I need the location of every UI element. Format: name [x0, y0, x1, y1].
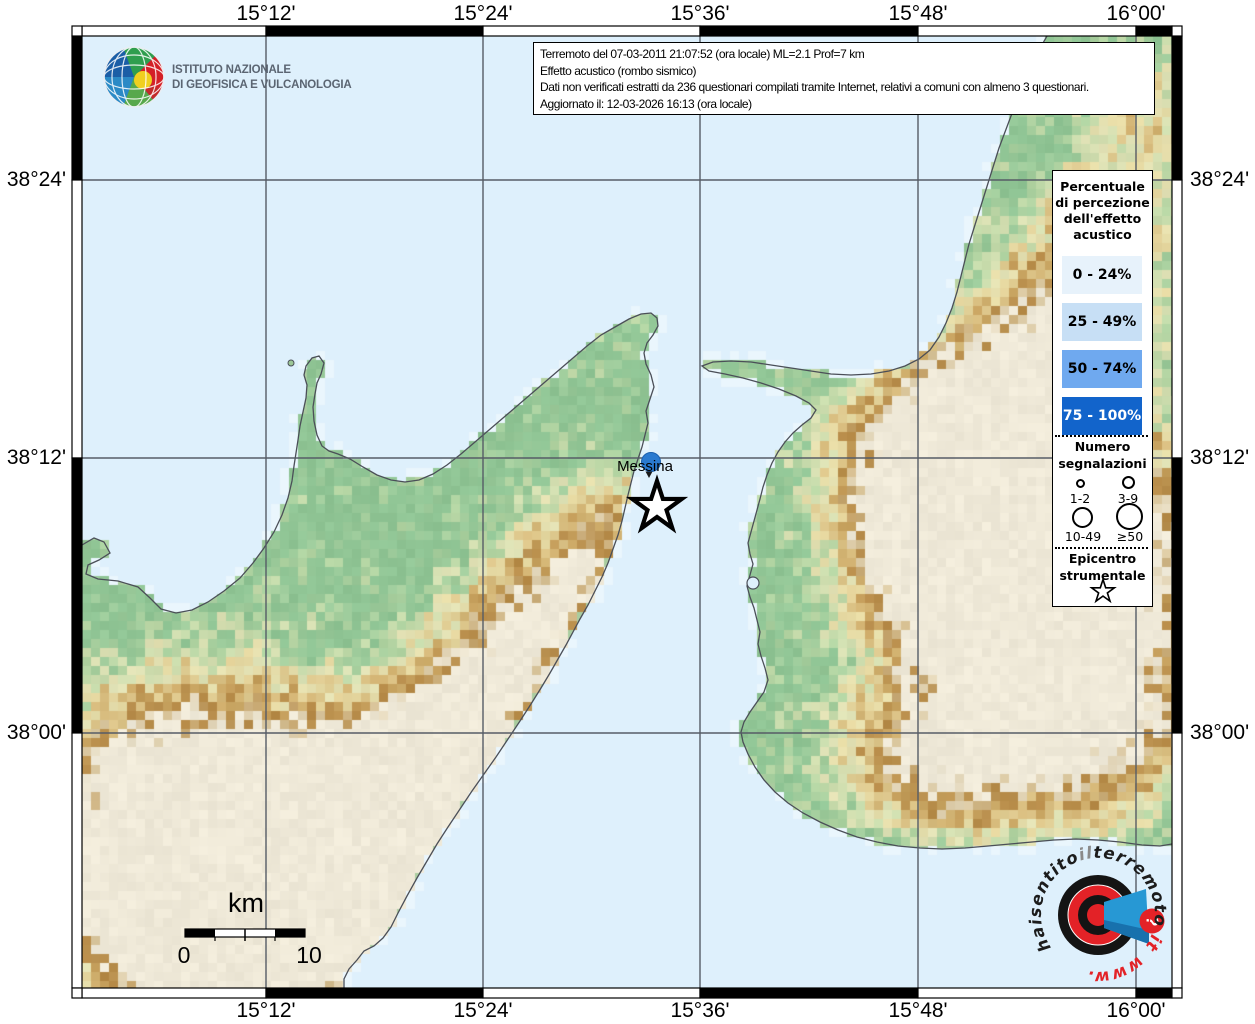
legend-class-swatch: 25 - 49% — [1062, 303, 1142, 341]
legend-separator — [1055, 435, 1148, 437]
coastlines — [82, 36, 1172, 988]
lat-tick-label: 38°12' — [0, 446, 66, 470]
lon-tick-label: 15°12' — [236, 2, 295, 26]
scale-bar: km 0 10 — [178, 888, 322, 968]
lon-tick-label: 15°48' — [888, 999, 947, 1023]
graticule-gridlines — [82, 36, 1172, 988]
epicenter-star-icon — [632, 481, 681, 528]
city-marker-messina: Messina — [617, 453, 674, 479]
count-circle-50plus — [1116, 503, 1143, 530]
counts-title-line: segnalazioni — [1053, 456, 1152, 472]
ingv-wordmark: ISTITUTO NAZIONALE DI GEOFISICA E VULCAN… — [172, 63, 351, 92]
event-summary-line: Terremoto del 07-03-2011 21:07:52 (ora l… — [540, 46, 1148, 63]
legend-title-line: di percezione — [1053, 195, 1152, 211]
lon-tick-label: 15°48' — [888, 2, 947, 26]
legend-class-label: 50 - 74% — [1068, 361, 1137, 377]
scale-unit-label: km — [228, 888, 264, 918]
count-circle-3-9 — [1122, 476, 1135, 489]
data-source-line: Dati non verificati estratti da 236 ques… — [540, 79, 1148, 96]
count-label: ≥50 — [1111, 529, 1149, 544]
legend-title-line: acustico — [1053, 227, 1152, 243]
lon-tick-label: 16°00' — [1106, 999, 1165, 1023]
lon-tick-label: 15°24' — [453, 2, 512, 26]
legend-class-label: 25 - 49% — [1068, 314, 1137, 330]
coastal-lagoon — [747, 577, 759, 589]
legend-class-label: 0 - 24% — [1073, 267, 1132, 283]
count-label: 10-49 — [1061, 529, 1105, 544]
islet — [288, 360, 294, 366]
count-circle-10-49 — [1072, 507, 1093, 528]
scale-start-label: 0 — [178, 942, 191, 968]
legend-separator — [1055, 547, 1148, 549]
lon-tick-label: 15°12' — [236, 999, 295, 1023]
lat-tick-label: 38°00' — [0, 721, 66, 745]
legend-epicenter-star-icon — [1087, 575, 1119, 605]
legend-panel: Percentuale di percezione dell'effetto a… — [1052, 170, 1153, 607]
count-label: 1-2 — [1060, 491, 1100, 506]
scale-end-label: 10 — [296, 942, 322, 968]
lon-tick-label: 15°36' — [670, 999, 729, 1023]
legend-class-label: 75 - 100% — [1063, 408, 1141, 424]
legend-class-swatch: 50 - 74% — [1062, 350, 1142, 388]
ingv-line1: ISTITUTO NAZIONALE — [172, 63, 351, 78]
counts-title-line: Numero — [1053, 439, 1152, 455]
lat-tick-label: 38°24' — [0, 168, 66, 192]
coastline-sicily — [82, 313, 658, 988]
count-circle-1-2 — [1076, 479, 1085, 488]
updated-at-line: Aggiornato il: 12-03-2026 16:13 (ora loc… — [540, 96, 1148, 113]
ingv-line2: DI GEOFISICA E VULCANOLOGIA — [172, 78, 351, 93]
city-label: Messina — [617, 458, 674, 475]
lon-tick-label: 16°00' — [1106, 2, 1165, 26]
lat-tick-label: 38°24' — [1190, 168, 1255, 192]
legend-title-line: Percentuale — [1053, 179, 1152, 195]
effect-type-line: Effetto acustico (rombo sismico) — [540, 63, 1148, 80]
lat-tick-label: 38°12' — [1190, 446, 1255, 470]
lat-tick-label: 38°00' — [1190, 721, 1255, 745]
legend-class-swatch: 75 - 100% — [1062, 397, 1142, 435]
map-frame — [72, 26, 1182, 998]
event-info-box: Terremoto del 07-03-2011 21:07:52 (ora l… — [533, 42, 1155, 115]
haisentitoilterremoto-logo[interactable]: ? haisentitoilterremoto.itwww. — [1026, 843, 1170, 987]
macroseismic-map-page: km 0 10 Messina — [0, 0, 1255, 1024]
lon-tick-label: 15°36' — [670, 2, 729, 26]
epicenter-title-line: Epicentro — [1053, 551, 1152, 567]
legend-title-line: dell'effetto — [1053, 211, 1152, 227]
lon-tick-label: 15°24' — [453, 999, 512, 1023]
ingv-logo[interactable] — [104, 47, 164, 107]
legend-class-swatch: 0 - 24% — [1062, 256, 1142, 294]
